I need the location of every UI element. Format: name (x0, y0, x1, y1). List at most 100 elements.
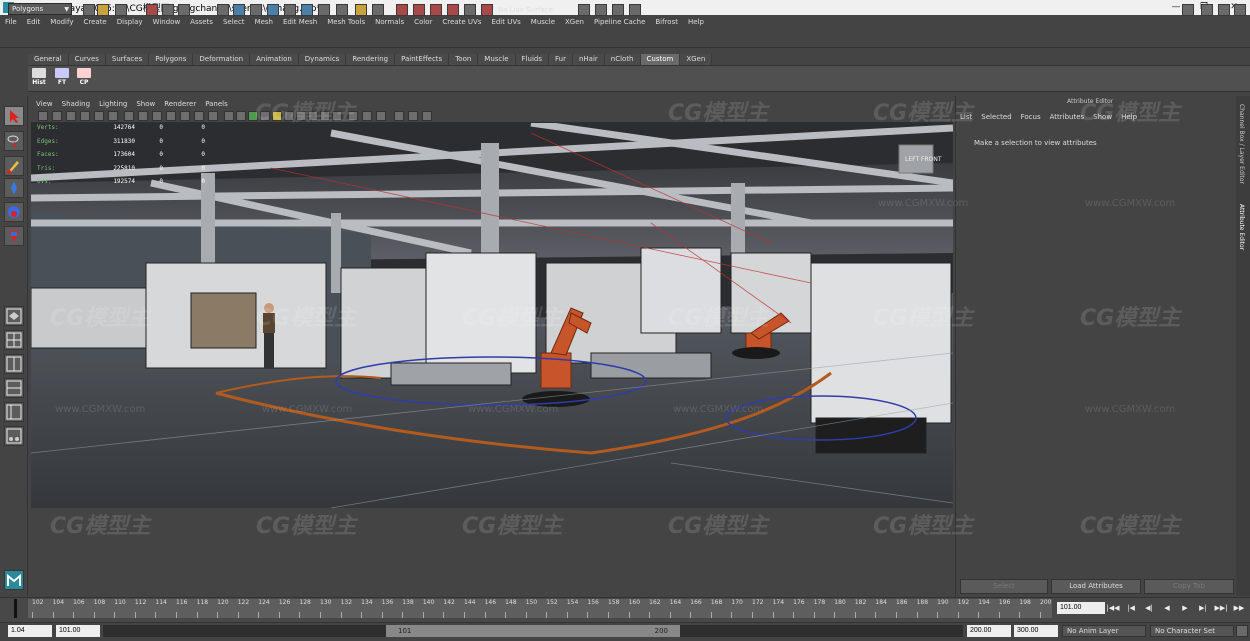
field-chart-icon[interactable] (180, 111, 190, 121)
start-time-field[interactable] (8, 625, 52, 637)
panel-outliner-icon[interactable] (1234, 4, 1246, 16)
shelf-tab-nhair[interactable]: nHair (572, 54, 605, 65)
menu-edit[interactable]: Edit (27, 18, 41, 26)
snap-point-icon[interactable] (250, 4, 262, 16)
menu-muscle[interactable]: Muscle (531, 18, 555, 26)
snap-view-icon[interactable] (267, 4, 279, 16)
playback-start-field[interactable] (56, 625, 100, 637)
playback-end-field[interactable] (967, 625, 1011, 637)
select-object-icon[interactable] (162, 4, 174, 16)
viewcube-left[interactable]: LEFT (905, 156, 919, 163)
shelf-tab-xgen[interactable]: XGen (680, 54, 713, 65)
construction-icon[interactable] (318, 4, 330, 16)
channel-box-icon[interactable] (595, 4, 607, 16)
copy-tab-button[interactable]: Copy Tab (1144, 579, 1234, 594)
menu-color[interactable]: Color (414, 18, 432, 26)
shelf-tab-muscle[interactable]: Muscle (478, 54, 516, 65)
image-plane-icon[interactable] (80, 111, 90, 121)
go-to-start-button[interactable]: |◀◀ (1106, 602, 1120, 614)
grease-pencil-icon[interactable] (108, 111, 118, 121)
paint-select-tool[interactable] (4, 156, 24, 176)
shelf-tab-surfaces[interactable]: Surfaces (105, 54, 150, 65)
menu-file[interactable]: File (5, 18, 17, 26)
lasso-tool[interactable] (4, 131, 24, 151)
select-component-icon[interactable] (178, 4, 190, 16)
play-forward-button[interactable]: ▶ (1178, 602, 1192, 614)
grid-toggle-icon[interactable] (124, 111, 134, 121)
shelf-tab-deformation[interactable]: Deformation (193, 54, 251, 65)
load-attributes-button[interactable]: Load Attributes (1051, 579, 1141, 594)
maya-home-button[interactable] (4, 570, 24, 590)
shelf-tab-curves[interactable]: Curves (68, 54, 106, 65)
panel-four-icon[interactable] (1218, 4, 1230, 16)
shelf-tab-custom[interactable]: Custom (640, 54, 681, 65)
menu-mesh-tools[interactable]: Mesh Tools (327, 18, 365, 26)
menu-create-uvs[interactable]: Create UVs (442, 18, 481, 26)
layout-icon[interactable] (1182, 4, 1194, 16)
snap-curve-icon[interactable] (233, 4, 245, 16)
shelf-tab-dynamics[interactable]: Dynamics (298, 54, 347, 65)
shelf-button-hist[interactable]: Hist (30, 68, 48, 88)
select-button[interactable]: Select (960, 579, 1048, 594)
shelf-tab-general[interactable]: General (28, 54, 69, 65)
tool-settings-icon[interactable] (612, 4, 624, 16)
menu-edit-uvs[interactable]: Edit UVs (491, 18, 520, 26)
attr-menu-attributes[interactable]: Attributes (1050, 113, 1085, 121)
play-backward-button[interactable]: ◀ (1160, 602, 1174, 614)
exposure-icon[interactable] (422, 111, 432, 121)
shelf-tab-fluids[interactable]: Fluids (515, 54, 549, 65)
hypershade-icon[interactable] (447, 4, 459, 16)
menu-assets[interactable]: Assets (190, 18, 213, 26)
playhead[interactable] (14, 599, 17, 618)
sidebar-toggle-icon[interactable] (578, 4, 590, 16)
viewport-menu-show[interactable]: Show (136, 100, 155, 108)
time-ruler[interactable]: 102 104 106 108 110 112 114 116 118 120 122 124 126 1… (28, 599, 1052, 618)
range-slider-handle[interactable]: 101 200 (386, 625, 680, 637)
ipr-render-icon[interactable] (413, 4, 425, 16)
menu-pipeline-cache[interactable]: Pipeline Cache (594, 18, 645, 26)
film-gate-icon[interactable] (138, 111, 148, 121)
tab-channel-box[interactable]: Channel Box / Layer Editor (1238, 104, 1245, 184)
menu-edit-mesh[interactable]: Edit Mesh (283, 18, 317, 26)
xray-icon[interactable] (362, 111, 372, 121)
gate-mask-icon[interactable] (166, 111, 176, 121)
open-scene-icon[interactable] (97, 4, 109, 16)
shelf-button-cp[interactable]: CP (75, 68, 93, 88)
snap-surface-icon[interactable] (284, 4, 296, 16)
shelf-button-ft[interactable]: FT (53, 68, 71, 88)
end-time-field[interactable] (1014, 625, 1058, 637)
shelf-tab-toon[interactable]: Toon (449, 54, 479, 65)
menu-xgen[interactable]: XGen (565, 18, 584, 26)
viewport-menu-renderer[interactable]: Renderer (164, 100, 196, 108)
viewport-menu-panels[interactable]: Panels (205, 100, 228, 108)
save-scene-icon[interactable] (115, 4, 127, 16)
menu-select[interactable]: Select (223, 18, 245, 26)
preferences-icon[interactable] (1236, 625, 1248, 637)
menu-display[interactable]: Display (117, 18, 143, 26)
attr-menu-focus[interactable]: Focus (1021, 113, 1041, 121)
gamma-icon[interactable] (408, 111, 418, 121)
input-lock-icon[interactable] (355, 4, 367, 16)
step-back-frame-button[interactable]: ◀| (1142, 602, 1156, 614)
layout-single-pane[interactable] (4, 306, 24, 326)
camera-attributes-icon[interactable] (52, 111, 62, 121)
shelf-tab-animation[interactable]: Animation (250, 54, 299, 65)
menu-normals[interactable]: Normals (375, 18, 404, 26)
current-frame-field[interactable] (1057, 602, 1105, 614)
live-surface-icon[interactable] (481, 4, 493, 16)
menu-window[interactable]: Window (153, 18, 181, 26)
step-forward-frame-button[interactable]: ▶| (1196, 602, 1210, 614)
menu-set-selector[interactable]: Polygons ▼ (8, 3, 72, 15)
shelf-tab-fur[interactable]: Fur (548, 54, 573, 65)
render-settings-icon[interactable] (430, 4, 442, 16)
resolution-gate-icon[interactable] (152, 111, 162, 121)
wireframe-icon[interactable] (224, 111, 234, 121)
hud-toggle-icon[interactable] (394, 111, 404, 121)
select-tool[interactable] (4, 106, 24, 126)
menu-mesh[interactable]: Mesh (255, 18, 273, 26)
camera-select-icon[interactable] (38, 111, 48, 121)
magnet-icon[interactable] (372, 4, 384, 16)
snap-grid-icon[interactable] (217, 4, 229, 16)
anim-layer-selector[interactable]: No Anim Layer (1062, 625, 1146, 637)
menu-bifrost[interactable]: Bifrost (655, 18, 678, 26)
